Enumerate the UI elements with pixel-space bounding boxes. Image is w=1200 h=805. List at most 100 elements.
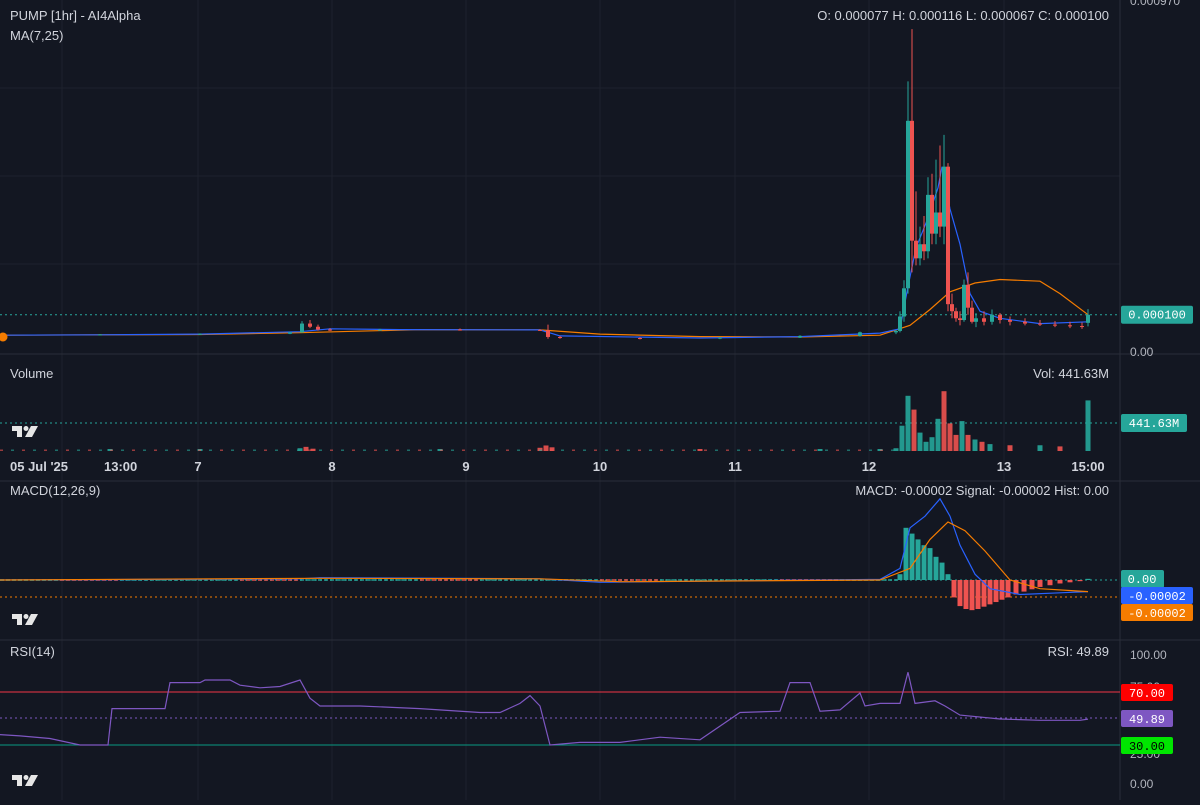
- macd-hist-bar: [360, 579, 364, 581]
- candle-body: [966, 284, 970, 308]
- candle-body: [538, 329, 542, 331]
- volume-bar: [693, 449, 696, 451]
- volume-bar: [418, 449, 421, 451]
- candle-body: [546, 330, 550, 337]
- macd-hist-bar: [474, 579, 478, 581]
- volume-bar: [893, 448, 899, 451]
- macd-hist-bar: [933, 556, 939, 580]
- svg-text:49.89: 49.89: [1129, 713, 1165, 727]
- macd-hist-bar: [432, 579, 436, 581]
- volume-bar: [825, 449, 828, 451]
- macd-hist-bar: [462, 579, 466, 581]
- volume-bar: [110, 449, 113, 451]
- volume-bar: [605, 449, 608, 451]
- candle-body: [328, 329, 332, 331]
- candle-body: [962, 284, 966, 321]
- macd-hist-bar: [909, 533, 915, 580]
- candle-body: [558, 336, 562, 339]
- candle-body: [898, 316, 902, 331]
- macd-hist-bar: [366, 579, 370, 581]
- volume-badge: 441.63M: [1121, 414, 1187, 432]
- candle-body: [954, 311, 958, 319]
- rsi-readout: RSI: 49.89: [1048, 644, 1109, 659]
- volume-bar: [959, 421, 965, 451]
- candle-body: [98, 334, 102, 336]
- macd-hist-bar: [927, 548, 933, 580]
- candle-body: [938, 212, 942, 227]
- volume-bar: [132, 449, 135, 451]
- volume-bar: [803, 449, 806, 451]
- candle-body: [316, 326, 320, 330]
- svg-text:-0.00002: -0.00002: [1128, 590, 1186, 604]
- volume-bar: [319, 449, 322, 451]
- candle-body: [998, 314, 1002, 321]
- volume-bar: [462, 449, 465, 451]
- volume-bar: [1057, 446, 1063, 451]
- volume-readout: Vol: 441.63M: [1033, 366, 1109, 381]
- macd-hist-bar: [612, 579, 616, 581]
- last-price-badge: 0.000100: [1121, 305, 1193, 324]
- time-label-7: 7: [194, 459, 201, 474]
- macd-hist-bar: [957, 580, 963, 607]
- macd-hist-bar: [939, 562, 945, 580]
- svg-text:441.63M: 441.63M: [1129, 417, 1179, 431]
- macd-hist-bar: [888, 579, 892, 581]
- volume-bar: [187, 449, 190, 451]
- candle-body: [288, 332, 292, 334]
- rsi-30-badge: 30.00: [1121, 737, 1173, 754]
- chart-title: PUMP [1hr] - AI4Alpha: [10, 8, 141, 23]
- trading-chart[interactable]: PUMP [1hr] - AI4Alpha MA(7,25) O: 0.0000…: [0, 0, 1200, 800]
- macd-hist-bar: [648, 579, 652, 581]
- candle-body: [1068, 325, 1072, 327]
- volume-bar: [899, 425, 905, 451]
- volume-bar: [308, 449, 311, 451]
- volume-bar: [484, 449, 487, 451]
- volume-bar: [911, 409, 917, 451]
- macd-hist-bar: [408, 579, 412, 581]
- macd-hist-bar: [390, 579, 394, 581]
- macd-hist-bar: [1077, 580, 1083, 582]
- candle-body: [950, 304, 954, 312]
- volume-bar: [528, 449, 531, 451]
- time-label-12: 12: [862, 459, 876, 474]
- volume-bar: [572, 449, 575, 451]
- volume-bar: [836, 449, 839, 451]
- macd-hist-bar: [642, 579, 646, 581]
- volume-bar: [396, 449, 399, 451]
- candle-body: [942, 166, 946, 227]
- macd-hist-bar: [420, 579, 424, 581]
- candle-body: [858, 332, 862, 336]
- volume-bar: [965, 434, 971, 451]
- volume-bar: [858, 449, 861, 451]
- svg-text:0.00: 0.00: [1128, 573, 1157, 587]
- macd-hist-bar: [1057, 580, 1063, 584]
- candle-body: [902, 288, 906, 317]
- volume-bar: [759, 449, 762, 451]
- macd-hist-bar: [963, 580, 969, 609]
- volume-bar: [704, 449, 707, 451]
- macd-hist-bar: [402, 579, 406, 581]
- candle-body: [930, 194, 934, 234]
- volume-bar: [649, 449, 652, 451]
- candle-body: [926, 194, 930, 252]
- macd-hist-bar: [1029, 580, 1035, 590]
- volume-bar: [682, 449, 685, 451]
- macd-hist-bar: [342, 579, 346, 581]
- candle-body: [1086, 314, 1090, 323]
- volume-bar: [726, 449, 729, 451]
- candle-body: [378, 329, 382, 331]
- macd-hist-bar: [468, 579, 472, 581]
- svg-text:0.000100: 0.000100: [1128, 309, 1186, 323]
- volume-bar: [594, 449, 597, 451]
- macd-hist-bar: [660, 579, 664, 581]
- macd-hist-bar: [396, 579, 400, 581]
- candle-body: [918, 244, 922, 259]
- macd-hist-bar: [1047, 580, 1053, 586]
- price-axis-zero-label: 0.00: [1130, 345, 1154, 359]
- macd-hist-bar: [486, 579, 490, 581]
- volume-bar: [297, 449, 300, 451]
- macd-hist-bar: [1021, 580, 1027, 592]
- volume-bar: [275, 449, 278, 451]
- volume-bar: [923, 441, 929, 451]
- volume-bar: [517, 449, 520, 451]
